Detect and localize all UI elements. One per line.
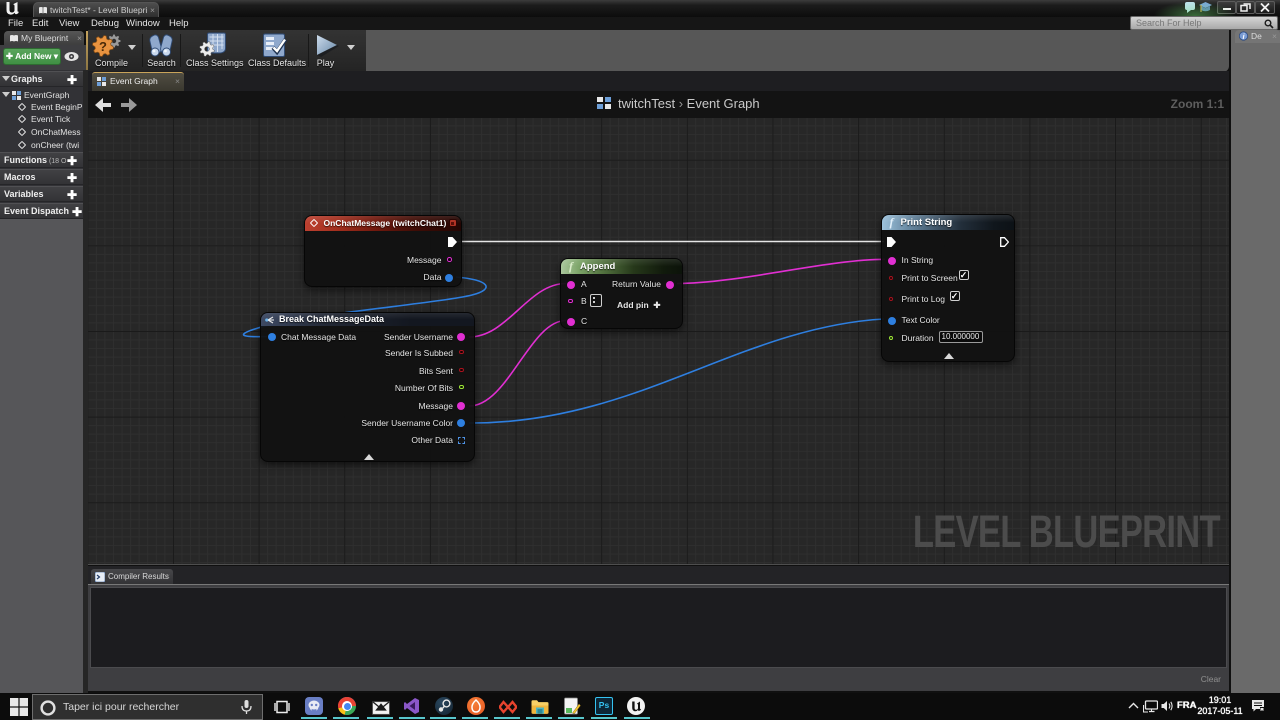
svg-text:?: ? xyxy=(99,39,107,54)
